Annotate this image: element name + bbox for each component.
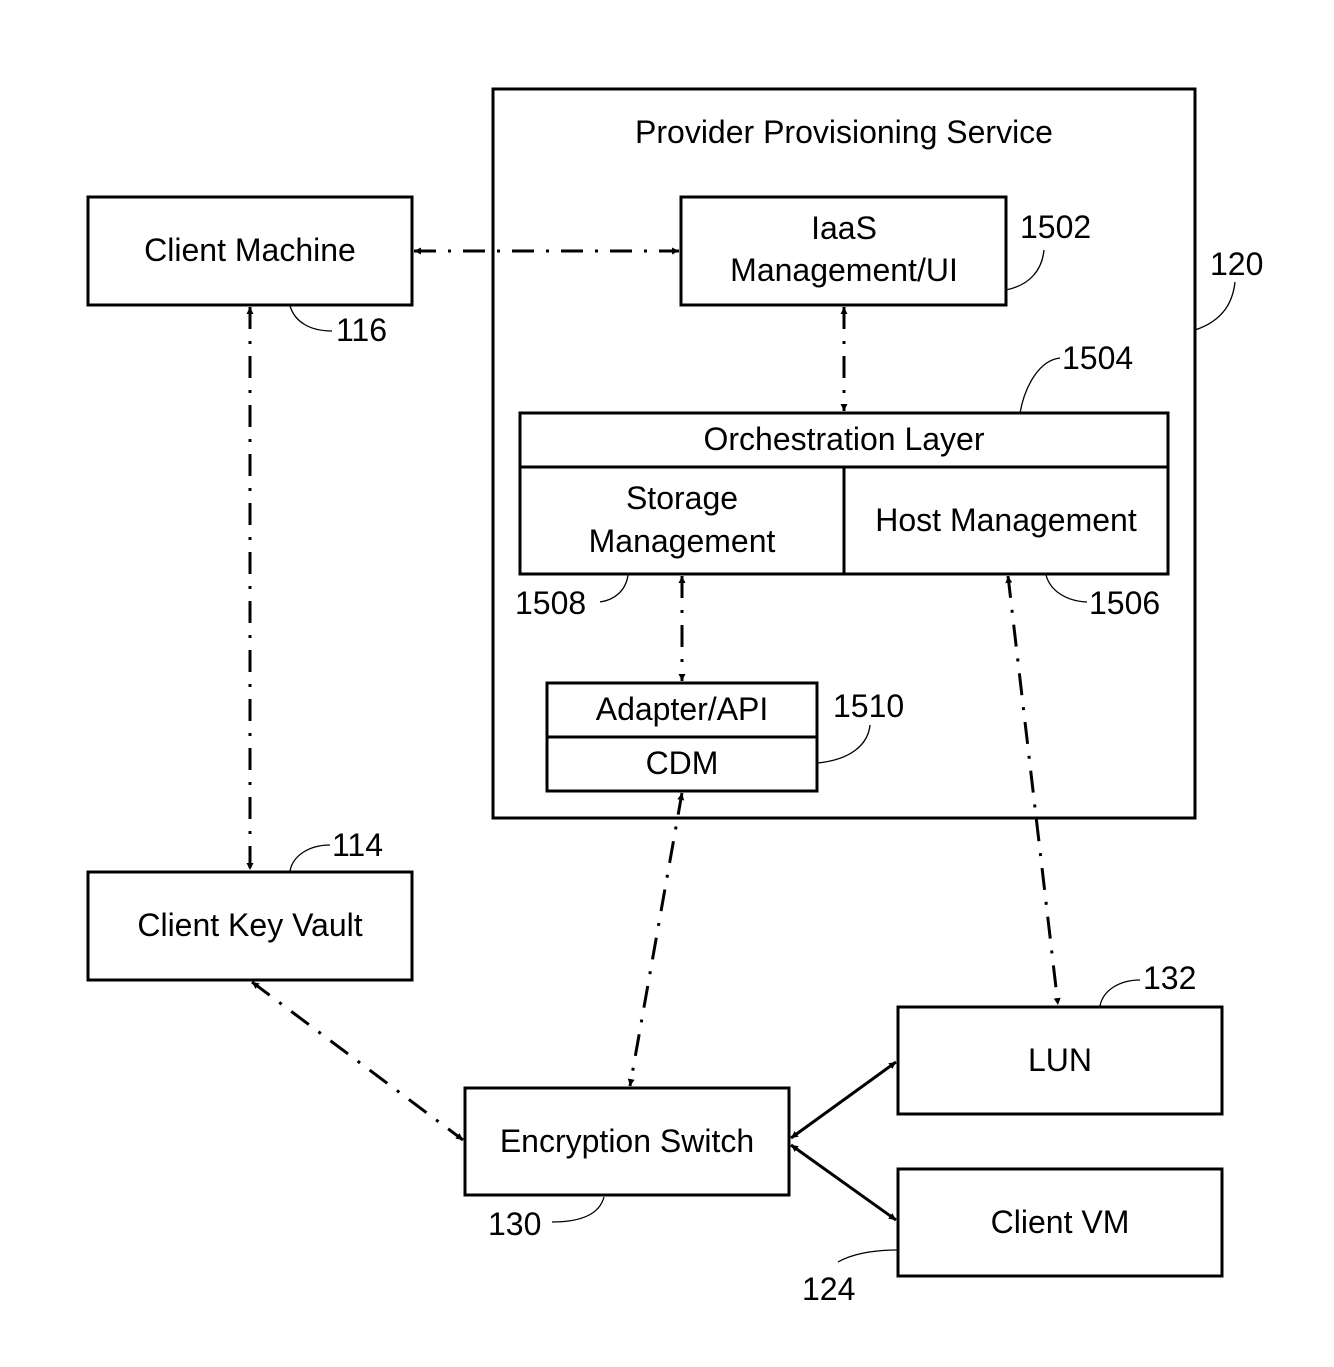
encryption-switch-label: Encryption Switch — [500, 1123, 754, 1159]
lun-label: LUN — [1028, 1042, 1092, 1078]
client-vm-node[interactable]: Client VM 124 — [802, 1167, 1224, 1307]
ref-label-114: 114 — [332, 827, 383, 863]
iaas-label-line2: Management/UI — [730, 252, 958, 288]
ref-label-1510: 1510 — [833, 688, 904, 724]
ref-label-120: 120 — [1210, 246, 1263, 282]
ref-leader-130 — [551, 1196, 605, 1223]
ref-leader-124 — [837, 1249, 898, 1263]
host-management-label: Host Management — [875, 502, 1137, 538]
ref-label-1502: 1502 — [1020, 209, 1091, 245]
cdm-label: CDM — [646, 745, 719, 781]
adapter-api-label: Adapter/API — [596, 691, 769, 727]
lun-node[interactable]: LUN 132 — [896, 960, 1224, 1116]
ref-leader-114 — [289, 844, 331, 872]
edge-encryption-switch-lun — [790, 1060, 897, 1140]
ref-label-132: 132 — [1143, 960, 1196, 996]
ref-label-1506: 1506 — [1089, 585, 1160, 621]
ref-leader-116 — [289, 305, 333, 332]
ref-label-1508: 1508 — [515, 585, 586, 621]
iaas-label-line1: IaaS — [811, 210, 877, 246]
storage-management-line1: Storage — [626, 480, 738, 516]
ref-leader-132 — [1099, 979, 1141, 1007]
ref-label-1504: 1504 — [1062, 340, 1133, 376]
edge-adapter-encryption-switch — [627, 792, 685, 1087]
ref-label-116: 116 — [336, 312, 387, 348]
client-vm-label: Client VM — [991, 1204, 1130, 1240]
edge-key-vault-encryption-switch — [251, 980, 464, 1142]
ref-leader-120 — [1194, 281, 1236, 331]
storage-management-line2: Management — [589, 523, 776, 559]
edge-encryption-switch-client-vm — [790, 1143, 897, 1222]
ref-label-130: 130 — [488, 1206, 541, 1242]
diagram-canvas: Provider Provisioning Service 120 Client… — [86, 87, 1263, 1307]
client-machine-label: Client Machine — [144, 232, 356, 268]
container-title: Provider Provisioning Service — [635, 114, 1053, 150]
ref-label-124: 124 — [802, 1271, 855, 1307]
encryption-switch-node[interactable]: Encryption Switch 130 — [463, 1086, 791, 1242]
orchestration-label: Orchestration Layer — [703, 421, 984, 457]
client-key-vault-label: Client Key Vault — [137, 907, 362, 943]
